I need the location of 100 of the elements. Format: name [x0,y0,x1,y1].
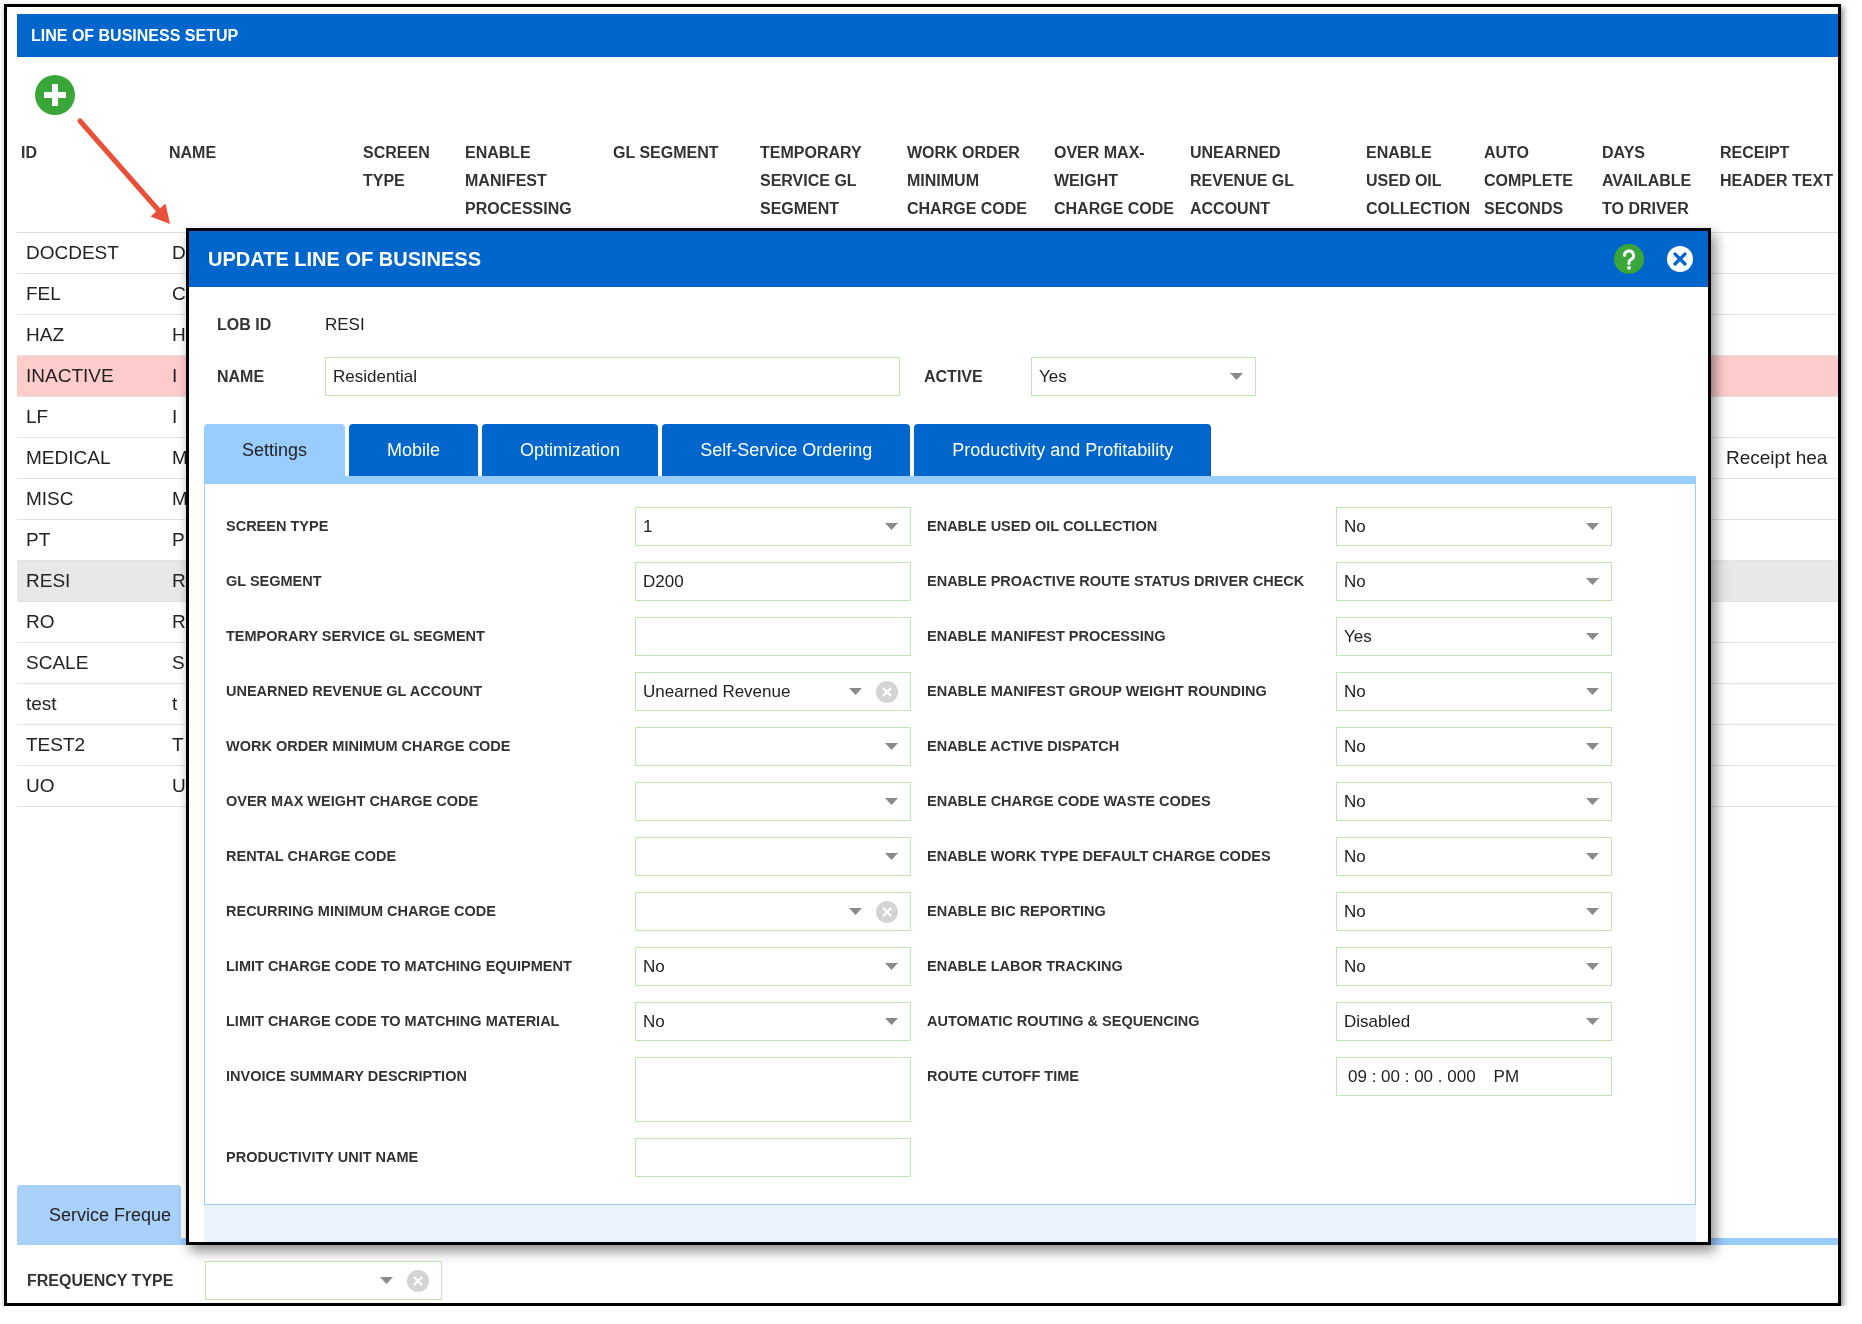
caret-icon [885,743,898,750]
table-cell-text: HAZ [25,324,64,346]
column-header[interactable]: WORK ORDER MINIMUM CHARGE CODE [907,139,1054,223]
dropdown[interactable] [635,782,911,821]
tab[interactable]: Mobile [349,424,479,476]
clear-icon[interactable] [876,680,898,703]
caret-icon [1586,578,1599,585]
caret-icon [885,1018,898,1025]
dropdown[interactable]: No [1336,947,1612,986]
field-label: UNEARNED REVENUE GL ACCOUNT [226,682,484,701]
dropdown[interactable]: No [1336,837,1612,876]
field-label: ENABLE PROACTIVE ROUTE STATUS DRIVER CHECK [927,572,1306,591]
caret-icon [1586,523,1599,530]
field-label: ENABLE WORK TYPE DEFAULT CHARGE CODES [927,847,1272,866]
table-cell-text: FEL [25,283,61,305]
clear-icon[interactable] [876,900,898,923]
field-label: TEMPORARY SERVICE GL SEGMENT [226,627,486,646]
dropdown[interactable]: Yes [1336,617,1612,656]
caret-icon [1586,798,1599,805]
column-header[interactable]: NAME [169,139,363,223]
column-header[interactable]: SCREEN TYPE [363,139,465,223]
dropdown[interactable]: No [635,947,911,986]
dialog-title: UPDATE LINE OF BUSINESS [208,247,482,271]
help-icon[interactable] [1614,244,1644,274]
tab[interactable]: Productivity and Profitability [914,424,1212,476]
table-cell-text: MISC [25,488,74,510]
caret-icon [1586,1018,1599,1025]
tab[interactable]: Service Freque [17,1185,182,1245]
dropdown[interactable]: No [1336,672,1612,711]
text-field[interactable]: Residential [325,357,900,396]
dropdown[interactable]: No [1336,562,1612,601]
caret-icon [1586,908,1599,915]
clear-icon[interactable] [407,1269,429,1292]
field-label: ENABLE BIC REPORTING [927,902,1107,921]
field-label: ENABLE ACTIVE DISPATCH [927,737,1121,756]
dropdown[interactable]: No [1336,782,1612,821]
field-label: ENABLE USED OIL COLLECTION [927,517,1159,536]
table-cell-text: PT [25,529,51,551]
field-label: ENABLE MANIFEST PROCESSING [927,627,1167,646]
field-label: NAME [217,367,266,386]
table-cell-text: LF [25,406,49,428]
dropdown[interactable]: No [1336,727,1612,766]
field-label: LIMIT CHARGE CODE TO MATCHING MATERIAL [226,1012,561,1031]
tab[interactable]: Optimization [482,424,659,476]
table-cell-text: S [171,652,185,674]
table-cell-text: M [171,447,188,469]
dropdown[interactable] [635,727,911,766]
dropdown[interactable] [635,892,911,931]
dropdown[interactable]: 1 [635,507,911,546]
dropdown[interactable]: No [635,1002,911,1041]
add-icon[interactable] [35,75,75,115]
caret-icon [1586,688,1599,695]
field-label: AUTOMATIC ROUTING & SEQUENCING [927,1012,1201,1031]
column-header[interactable]: UNEARNED REVENUE GL ACCOUNT [1190,139,1366,223]
caret-icon [1230,373,1243,380]
field-label: LOB ID [217,316,273,334]
dropdown[interactable]: No [1336,507,1612,546]
dropdown[interactable]: Unearned Revenue [635,672,911,711]
close-icon[interactable] [1666,245,1694,273]
time-field[interactable]: 09 : 00 : 00 . 000 PM [1336,1057,1612,1096]
column-header[interactable]: ENABLE USED OIL COLLECTION [1366,139,1484,223]
table-cell-text: RESI [25,570,71,592]
dropdown[interactable] [205,1261,442,1300]
text-field[interactable] [635,617,911,656]
text-field[interactable]: D200 [635,562,911,601]
tab[interactable]: Settings [204,424,346,476]
table-cell-text: M [171,488,188,510]
dropdown[interactable] [635,837,911,876]
dropdown[interactable]: Yes [1031,357,1256,396]
column-header[interactable]: RECEIPT HEADER TEXT [1720,139,1838,223]
column-header[interactable]: ENABLE MANIFEST PROCESSING [465,139,613,223]
dropdown[interactable]: No [1336,892,1612,931]
table-cell-text: P [171,529,185,551]
table-cell-text: H [171,324,186,346]
field-label: LIMIT CHARGE CODE TO MATCHING EQUIPMENT [226,957,573,976]
table-cell-text: I [171,365,178,387]
text-area[interactable] [635,1057,911,1122]
caret-icon [885,853,898,860]
field-label: WORK ORDER MINIMUM CHARGE CODE [226,737,512,756]
dropdown[interactable]: Disabled [1336,1002,1612,1041]
caret-icon [1586,743,1599,750]
table-cell-text: INACTIVE [25,365,114,387]
field-label: GL SEGMENT [226,572,323,591]
caret-icon [885,798,898,805]
field-label: ENABLE LABOR TRACKING [927,957,1124,976]
column-header[interactable]: TEMPORARY SERVICE GL SEGMENT [760,139,907,223]
field-label: ACTIVE [924,367,984,386]
tab[interactable]: Self-Service Ordering [662,424,911,476]
column-header[interactable]: GL SEGMENT [613,139,760,223]
column-header[interactable]: ID [21,139,169,223]
caret-icon [849,688,862,695]
column-header[interactable]: DAYS AVAILABLE TO DRIVER [1602,139,1720,223]
field-label: ROUTE CUTOFF TIME [927,1067,1080,1086]
table-cell-text: MEDICAL [25,447,111,469]
column-header[interactable]: OVER MAX-WEIGHT CHARGE CODE [1054,139,1190,223]
column-header[interactable]: AUTO COMPLETE SECONDS [1484,139,1602,223]
caret-icon [849,908,862,915]
text-field[interactable] [635,1138,911,1177]
caret-icon [380,1277,393,1284]
table-cell-text: D [171,242,186,264]
